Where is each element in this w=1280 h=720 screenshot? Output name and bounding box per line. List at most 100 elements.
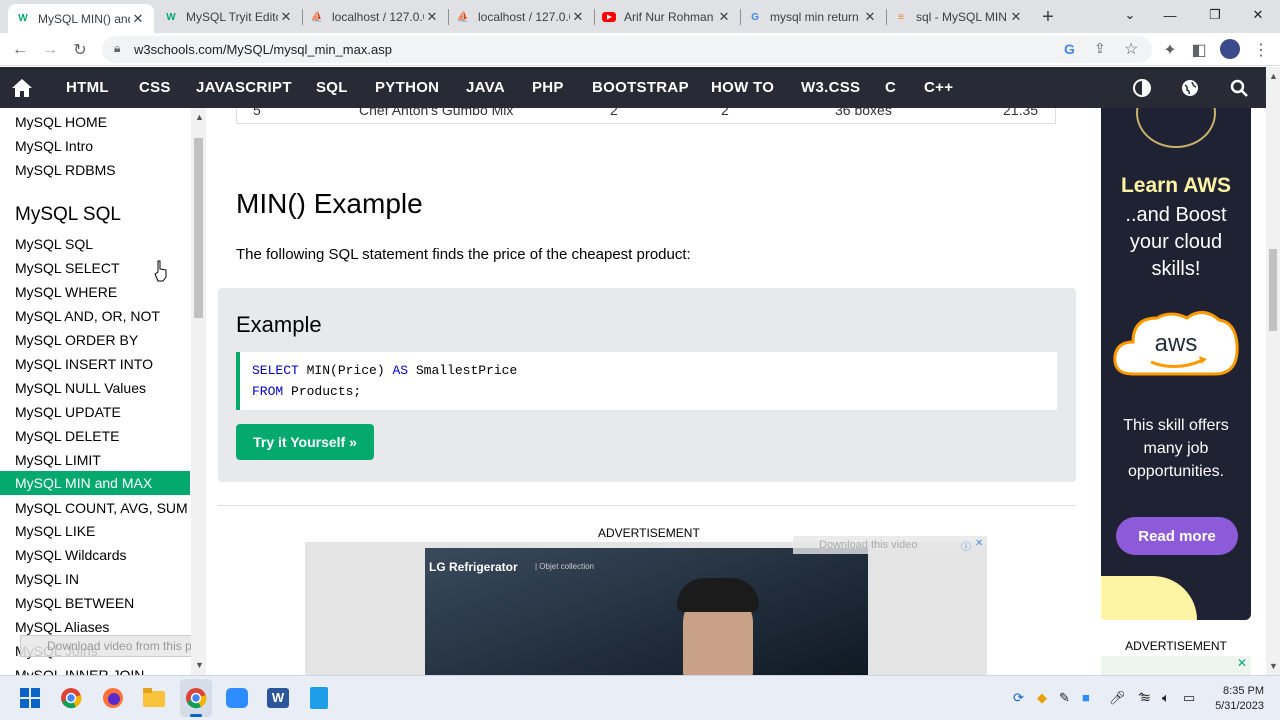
warning-shield-icon[interactable]: ◆	[1037, 690, 1047, 706]
home-icon[interactable]	[10, 76, 34, 100]
sidebar-item[interactable]: MySQL NULL Values	[0, 376, 190, 400]
window-close-icon[interactable]: ✕	[1236, 0, 1280, 30]
sidebar-item[interactable]: MySQL SQL	[0, 232, 190, 256]
notepad-icon[interactable]	[310, 687, 328, 709]
tab-tryit-editor[interactable]: W MySQL Tryit Editor ✕	[156, 4, 302, 30]
google-translate-icon[interactable]: G	[1064, 41, 1075, 57]
new-tab-button[interactable]: +	[1036, 5, 1060, 29]
sidebar-item-active[interactable]: MySQL MIN and MAX	[0, 471, 190, 495]
contrast-icon[interactable]	[1130, 76, 1154, 100]
share-icon[interactable]: ⇪	[1094, 40, 1106, 57]
chrome-icon[interactable]	[60, 687, 82, 714]
tab-stackoverflow[interactable]: ≡ sql - MySQL MIN ✕	[886, 4, 1032, 30]
sidebar-item[interactable]: MySQL IN	[0, 567, 190, 591]
tab-mysql-min-max[interactable]: W MySQL MIN() and ✕	[8, 4, 154, 33]
tab-youtube[interactable]: Arif Nur Rohman ✕	[594, 4, 740, 30]
system-clock[interactable]: 8:35 PM 5/31/2023	[1208, 684, 1264, 714]
sync-icon[interactable]: ⟳	[1013, 690, 1024, 706]
search-icon[interactable]	[1227, 76, 1251, 100]
aws-ad-banner[interactable]: Learn AWS ..and Boost your cloud skills!…	[1101, 108, 1251, 620]
volume-icon[interactable]: 🔈︎	[1162, 690, 1170, 706]
scroll-down-icon[interactable]: ▼	[1269, 661, 1278, 671]
wifi-icon[interactable]: ≋	[1140, 690, 1151, 706]
windows-start-icon[interactable]	[20, 688, 40, 713]
zoom-icon[interactable]	[226, 688, 248, 708]
word-icon[interactable]: W	[267, 688, 289, 708]
nav-c[interactable]: C	[885, 67, 896, 108]
nav-bootstrap[interactable]: BOOTSTRAP	[592, 67, 689, 108]
ad-video-frame[interactable]: LG Refrigerator | Objet collection	[425, 548, 868, 675]
sidebar-item[interactable]: MySQL AND, OR, NOT	[0, 304, 190, 328]
sidebar-item-mysql-home[interactable]: MySQL HOME	[0, 110, 190, 134]
close-icon[interactable]: ✕	[278, 9, 294, 25]
sidebar-scroll-thumb[interactable]	[194, 138, 203, 318]
nav-python[interactable]: PYTHON	[375, 67, 439, 108]
reload-icon[interactable]: ↻	[67, 37, 93, 63]
profile-avatar[interactable]	[1220, 39, 1240, 59]
firefox-icon[interactable]	[102, 687, 124, 714]
menu-kebab-icon[interactable]: ⋮	[1248, 37, 1274, 63]
nav-w3css[interactable]: W3.CSS	[801, 67, 860, 108]
forward-arrow-icon[interactable]: →	[37, 37, 63, 63]
nav-how-to[interactable]: HOW TO	[711, 67, 774, 108]
sidebar-item[interactable]: MySQL Wildcards	[0, 543, 190, 567]
nav-css[interactable]: CSS	[139, 67, 171, 108]
sidebar-item[interactable]: MySQL LIKE	[0, 519, 190, 543]
file-explorer-icon[interactable]	[143, 688, 165, 713]
sidebar-item-mysql-rdbms[interactable]: MySQL RDBMS	[0, 158, 190, 182]
tab-localhost-2[interactable]: ⛵ localhost / 127.0.0.1 ✕	[448, 4, 594, 30]
sidebar-scrollbar[interactable]: ▲ ▼	[191, 108, 206, 675]
nav-java[interactable]: JAVA	[466, 67, 505, 108]
sidebar-item[interactable]: MySQL INSERT INTO	[0, 352, 190, 376]
page-scroll-thumb[interactable]	[1269, 249, 1277, 331]
tab-localhost-1[interactable]: ⛵ localhost / 127.0.0.1 ✕	[302, 4, 448, 30]
page-scrollbar[interactable]: ▲ ▼	[1266, 67, 1280, 675]
sidebar-item[interactable]: MySQL ORDER BY	[0, 328, 190, 352]
back-arrow-icon[interactable]: ←	[7, 37, 33, 63]
maximize-icon[interactable]: ❐	[1193, 0, 1237, 30]
address-bar[interactable]: 🔒︎ w3schools.com/MySQL/mysql_min_max.asp…	[102, 36, 1152, 63]
microphone-icon[interactable]: 🎤︎	[1109, 690, 1126, 706]
nav-javascript[interactable]: JAVASCRIPT	[196, 67, 292, 108]
close-icon[interactable]: ✕	[975, 538, 983, 549]
close-icon[interactable]: ✕	[716, 9, 732, 25]
tab-google-search[interactable]: G mysql min return ✕	[740, 4, 886, 30]
try-it-yourself-button[interactable]: Try it Yourself »	[236, 424, 374, 460]
globe-icon[interactable]	[1178, 76, 1202, 100]
tab-search-icon[interactable]: ⌄	[1108, 0, 1152, 30]
bookmark-star-icon[interactable]: ☆	[1124, 39, 1138, 59]
adchoices-icon[interactable]: ⓘ	[961, 538, 971, 553]
taskbar-active-app[interactable]	[180, 679, 212, 717]
close-icon[interactable]: ✕	[570, 9, 586, 25]
nav-sql[interactable]: SQL	[316, 67, 348, 108]
nav-cpp[interactable]: C++	[924, 67, 953, 108]
read-more-button[interactable]: Read more	[1116, 517, 1238, 555]
download-video-overlay[interactable]: Download this video ⓘ ✕	[793, 536, 987, 554]
sidebar-item-mysql-intro[interactable]: MySQL Intro	[0, 134, 190, 158]
zoom-tray-icon[interactable]: ■	[1082, 690, 1090, 705]
sidebar-item[interactable]: MySQL BETWEEN	[0, 591, 190, 615]
battery-icon[interactable]: ▭	[1183, 690, 1195, 706]
side-panel-icon[interactable]: ◧	[1186, 37, 1212, 63]
sidebar-item[interactable]: MySQL INNER JOIN	[0, 663, 190, 675]
close-icon[interactable]: ✕	[424, 9, 440, 25]
scroll-up-icon[interactable]: ▲	[1269, 71, 1278, 81]
video-ad[interactable]: LG Refrigerator | Objet collection Downl…	[305, 536, 987, 675]
close-icon[interactable]: ✕	[862, 9, 878, 25]
pen-icon[interactable]: ✎	[1059, 690, 1070, 706]
scroll-up-icon[interactable]: ▲	[195, 112, 204, 122]
sidebar-item[interactable]: MySQL UPDATE	[0, 400, 190, 424]
close-icon[interactable]: ✕	[1237, 656, 1247, 670]
scroll-down-icon[interactable]: ▼	[195, 660, 204, 670]
download-video-overlay[interactable]: Download video from this page ? ✕	[20, 635, 206, 657]
sidebar-item[interactable]: MySQL DELETE	[0, 424, 190, 448]
nav-html[interactable]: HTML	[66, 67, 109, 108]
sidebar-item[interactable]: MySQL COUNT, AVG, SUM	[0, 496, 190, 520]
ad-placeholder[interactable]: ✕	[1101, 656, 1251, 675]
sidebar-item[interactable]: MySQL LIMIT	[0, 448, 190, 472]
close-icon[interactable]: ✕	[1008, 9, 1024, 25]
minimize-icon[interactable]: —	[1148, 0, 1192, 30]
nav-php[interactable]: PHP	[532, 67, 564, 108]
close-icon[interactable]: ✕	[130, 11, 146, 27]
extensions-icon[interactable]: ✦	[1157, 37, 1183, 63]
